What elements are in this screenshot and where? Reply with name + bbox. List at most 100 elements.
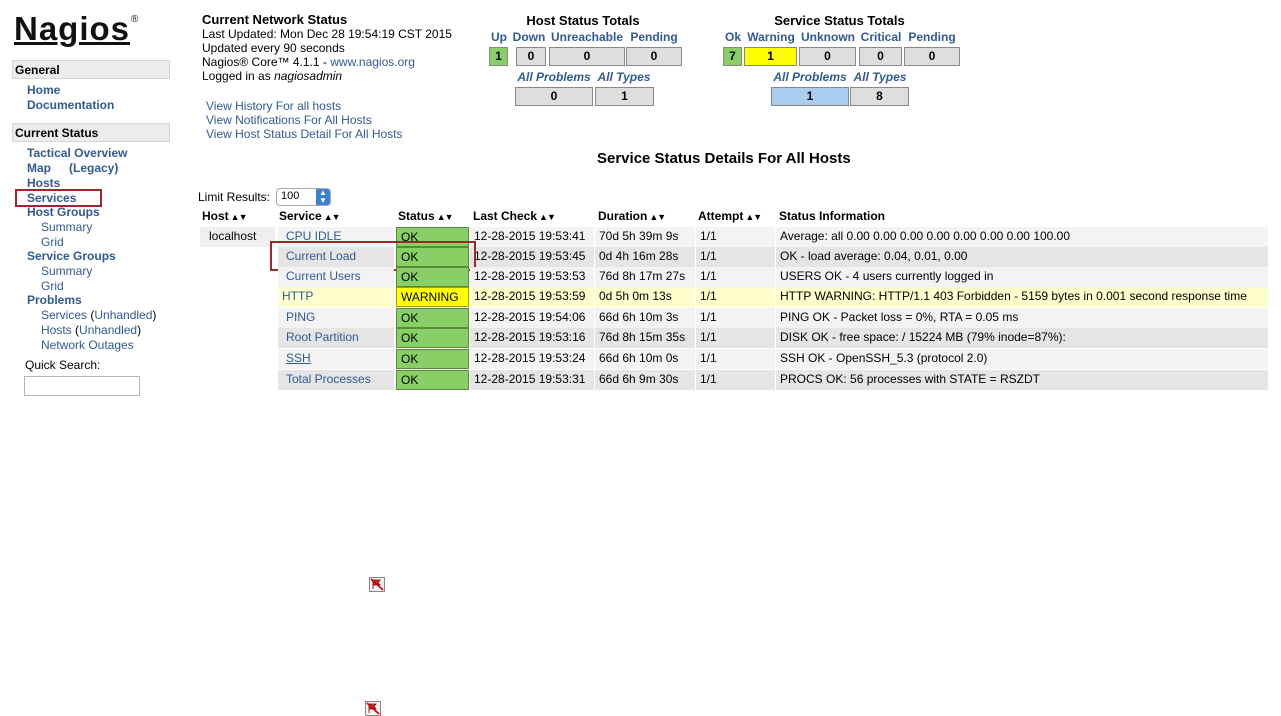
host-totals-down-value[interactable]: 0 <box>516 47 546 66</box>
service-link[interactable]: CPU IDLE <box>286 229 341 243</box>
host-totals-pending-header[interactable]: Pending <box>626 30 682 44</box>
view-host-status-link[interactable]: View Host Status Detail For All Hosts <box>206 127 403 141</box>
status-cell: OK <box>396 328 469 348</box>
col-header-host[interactable]: Host ▲▼ <box>202 209 247 226</box>
col-header-status-information-label: Status Information <box>779 209 886 223</box>
notifications-disabled-icon[interactable] <box>369 577 385 592</box>
host-totals-all-problems-value[interactable]: 0 <box>515 87 593 106</box>
col-header-host-label: Host <box>202 209 229 223</box>
table-row: Root Partition OK 12-28-2015 19:53:16 76… <box>0 328 1281 348</box>
status-info-cell: HTTP WARNING: HTTP/1.1 403 Forbidden - 5… <box>776 287 1268 307</box>
sort-arrows-icon[interactable]: ▲▼ <box>745 212 762 222</box>
sort-arrows-icon[interactable]: ▲▼ <box>649 212 666 222</box>
col-header-status[interactable]: Status ▲▼ <box>398 209 454 226</box>
sort-arrows-icon[interactable]: ▲▼ <box>539 212 556 222</box>
service-link[interactable]: HTTP <box>282 289 313 303</box>
limit-results-select[interactable]: 100 ▲ ▼ <box>276 188 331 206</box>
page-title: Service Status Details For All Hosts <box>597 150 851 167</box>
info-version-text: Nagios® Core™ 4.1.1 - <box>202 55 331 69</box>
last-check-cell: 12-28-2015 19:53:59 <box>470 287 594 307</box>
service-totals-all-problems-value[interactable]: 1 <box>771 87 849 106</box>
nav-host-groups[interactable]: Host Groups <box>27 205 100 219</box>
table-row: Total Processes OK 12-28-2015 19:53:31 6… <box>0 370 1281 390</box>
host-totals-unreachable-header[interactable]: Unreachable <box>548 30 626 44</box>
last-check-cell: 12-28-2015 19:53:31 <box>470 370 594 390</box>
col-header-last-check[interactable]: Last Check ▲▼ <box>473 209 556 226</box>
nav-home[interactable]: Home <box>27 83 60 97</box>
host-totals-up-value[interactable]: 1 <box>489 47 508 66</box>
sort-arrows-icon[interactable]: ▲▼ <box>437 212 454 222</box>
service-name-cell: PING <box>278 308 394 328</box>
table-row: HTTP WARNING 12-28-2015 19:53:59 0d 5h 0… <box>0 287 1281 592</box>
attempt-cell: 1/1 <box>696 308 775 328</box>
service-name-cell: Current Load <box>278 247 394 267</box>
duration-cell: 0d 5h 0m 13s <box>595 287 695 307</box>
service-totals-all-types-value[interactable]: 8 <box>850 87 909 106</box>
logo-text: Nagios <box>14 10 131 47</box>
col-header-service[interactable]: Service ▲▼ <box>279 209 341 226</box>
view-history-link[interactable]: View History For all hosts <box>206 99 403 113</box>
host-totals-all-problems-header[interactable]: All Problems <box>514 70 594 84</box>
view-links: View History For all hosts View Notifica… <box>206 99 403 141</box>
nav-map-legacy[interactable]: (Legacy) <box>69 161 118 175</box>
nav-services[interactable]: Services <box>27 191 76 205</box>
service-totals-unknown-value[interactable]: 0 <box>799 47 856 66</box>
last-check-cell: 12-28-2015 19:53:24 <box>470 349 594 369</box>
service-link[interactable]: Root Partition <box>286 330 359 344</box>
table-row: SSH OK 12-28-2015 19:53:24 66d 6h 10m 0s… <box>0 349 1281 716</box>
service-link[interactable]: Current Load <box>286 249 356 263</box>
host-totals-all-types-value[interactable]: 1 <box>595 87 654 106</box>
service-totals-warning-value[interactable]: 1 <box>744 47 797 66</box>
status-info-cell: DISK OK - free space: / 15224 MB (79% in… <box>776 328 1268 348</box>
sort-arrows-icon[interactable]: ▲▼ <box>231 212 248 222</box>
service-totals-critical-value[interactable]: 0 <box>859 47 902 66</box>
service-totals-pending-header[interactable]: Pending <box>904 30 960 44</box>
host-name-cell[interactable]: localhost <box>200 227 275 247</box>
logo-reg: ® <box>131 14 140 25</box>
service-link[interactable]: PING <box>286 310 315 324</box>
host-totals-pending-value[interactable]: 0 <box>626 47 682 66</box>
duration-cell: 76d 8h 15m 35s <box>595 328 695 348</box>
sort-arrows-icon[interactable]: ▲▼ <box>324 212 341 222</box>
select-arrows-icon: ▲ ▼ <box>316 189 330 205</box>
service-totals-warning-header[interactable]: Warning <box>744 30 798 44</box>
service-link[interactable]: Total Processes <box>286 372 371 386</box>
host-totals-up-header[interactable]: Up <box>488 30 510 44</box>
service-totals-ok-value[interactable]: 7 <box>723 47 742 66</box>
last-check-cell: 12-28-2015 19:53:45 <box>470 247 594 267</box>
host-totals-down-header[interactable]: Down <box>510 30 548 44</box>
host-totals-unreachable-value[interactable]: 0 <box>549 47 625 66</box>
table-row: PING OK 12-28-2015 19:54:06 66d 6h 10m 3… <box>0 308 1281 328</box>
nav-documentation[interactable]: Documentation <box>27 98 114 112</box>
col-header-duration[interactable]: Duration ▲▼ <box>598 209 666 226</box>
nagios-website-link[interactable]: www.nagios.org <box>330 55 415 69</box>
service-totals-unknown-header[interactable]: Unknown <box>798 30 858 44</box>
nav-hosts[interactable]: Hosts <box>27 176 60 190</box>
attempt-cell: 1/1 <box>696 227 775 247</box>
service-totals-ok-header[interactable]: Ok <box>722 30 744 44</box>
notifications-disabled-icon[interactable] <box>365 701 381 716</box>
service-totals-all-problems-header[interactable]: All Problems <box>770 70 850 84</box>
attempt-cell: 1/1 <box>696 247 775 267</box>
nav-section-general: General <box>12 60 170 79</box>
duration-cell: 66d 6h 10m 0s <box>595 349 695 369</box>
nav-section-current-status: Current Status <box>12 123 170 142</box>
service-link[interactable]: SSH <box>286 351 311 365</box>
service-link[interactable]: Current Users <box>286 269 361 283</box>
host-totals-all-types-header[interactable]: All Types <box>594 70 654 84</box>
table-row: Current Load OK 12-28-2015 19:53:45 0d 4… <box>0 247 1281 267</box>
view-notifications-link[interactable]: View Notifications For All Hosts <box>206 113 403 127</box>
nav-map[interactable]: Map <box>27 161 51 175</box>
nagios-logo[interactable]: Nagios® <box>14 10 138 48</box>
host-totals-title: Host Status Totals <box>526 13 640 28</box>
last-check-cell: 12-28-2015 19:53:16 <box>470 328 594 348</box>
service-totals-title: Service Status Totals <box>774 13 905 28</box>
service-name-cell: Current Users <box>278 267 394 287</box>
service-totals-critical-header[interactable]: Critical <box>858 30 904 44</box>
info-update-interval: Updated every 90 seconds <box>202 41 345 55</box>
nav-tactical-overview[interactable]: Tactical Overview <box>27 146 128 160</box>
col-header-attempt[interactable]: Attempt ▲▼ <box>698 209 762 226</box>
service-totals-pending-value[interactable]: 0 <box>904 47 960 66</box>
service-totals-all-types-header[interactable]: All Types <box>850 70 910 84</box>
status-info-cell: PING OK - Packet loss = 0%, RTA = 0.05 m… <box>776 308 1268 328</box>
